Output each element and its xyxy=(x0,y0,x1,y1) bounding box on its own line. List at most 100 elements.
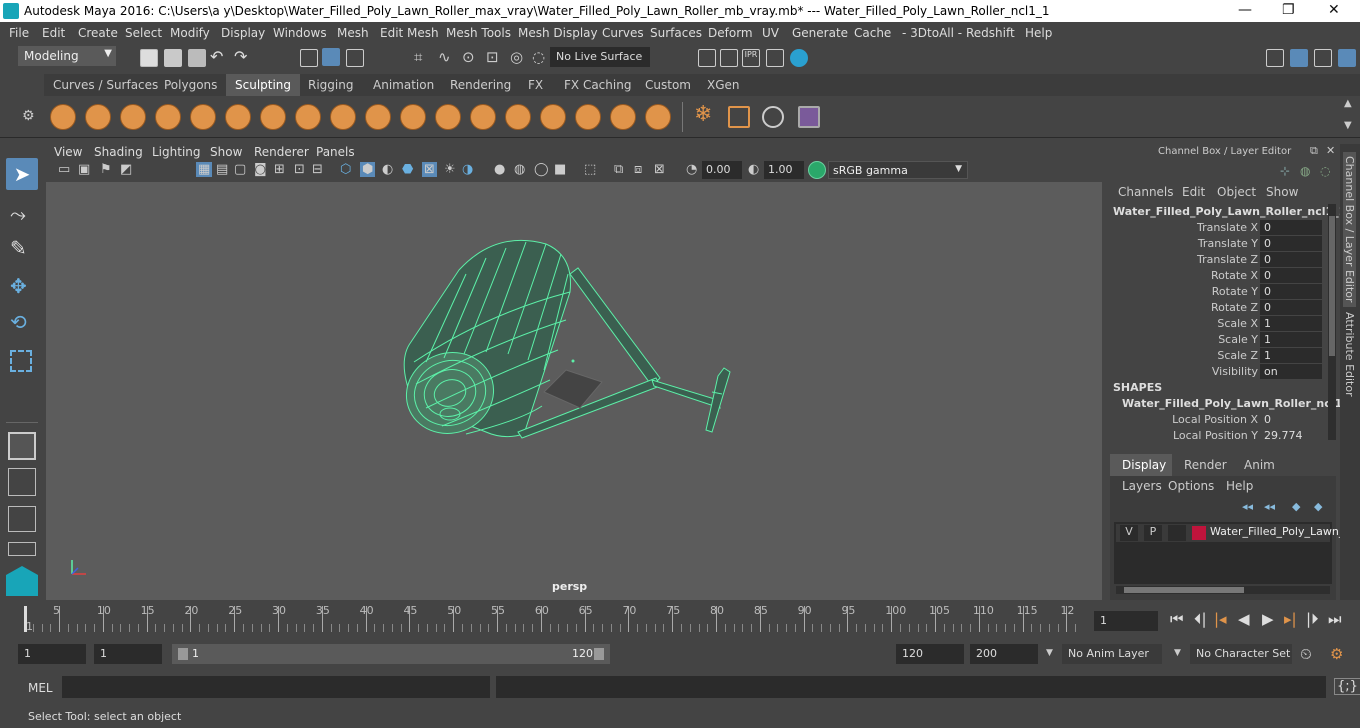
panel-menu-show[interactable]: Show xyxy=(210,145,242,159)
lights-icon[interactable]: ☀ xyxy=(444,162,456,177)
channel-row[interactable]: Scale Y1 xyxy=(1104,332,1340,348)
go-to-start-icon[interactable]: ⏮ xyxy=(1170,610,1184,628)
channel-value[interactable]: 1 xyxy=(1260,348,1322,363)
snap-view-icon[interactable]: ⊡ xyxy=(486,48,499,66)
menu-help[interactable]: Help xyxy=(1025,26,1052,40)
new-layer-icon[interactable]: ◆ xyxy=(1292,500,1300,513)
channel-value[interactable]: 1 xyxy=(1260,316,1322,331)
shelf-tab-rendering[interactable]: Rendering xyxy=(450,78,511,92)
menu-create[interactable]: Create xyxy=(78,26,118,40)
menu-surfaces[interactable]: Surfaces xyxy=(650,26,702,40)
shelf-scroll-up-icon[interactable]: ▲ xyxy=(1344,98,1352,109)
cb-speed-icon[interactable]: ◌ xyxy=(1320,164,1330,178)
menu-windows[interactable]: Windows xyxy=(273,26,327,40)
sculpt-layer-icon[interactable] xyxy=(728,106,750,128)
play-backward-icon[interactable]: ◀ xyxy=(1238,610,1250,628)
attribute-editor-toggle-icon[interactable] xyxy=(1314,49,1332,67)
menu-mesh-display[interactable]: Mesh Display xyxy=(518,26,598,40)
scene-end-field[interactable]: 200 xyxy=(970,644,1038,664)
textured-icon[interactable]: ⬣ xyxy=(402,162,413,177)
bulge-brush-icon[interactable] xyxy=(575,104,601,130)
step-back-key-icon[interactable]: ⏴| xyxy=(1194,610,1207,628)
mode-dropdown[interactable]: Modeling ▼ xyxy=(18,46,116,66)
layer-menu-help[interactable]: Help xyxy=(1226,479,1253,493)
amplify-brush-icon[interactable] xyxy=(610,104,636,130)
channel-value[interactable]: 0 xyxy=(1260,268,1322,283)
channel-row[interactable]: Visibility on xyxy=(1104,364,1340,380)
anim-layer-chevron-down-icon[interactable]: ▼ xyxy=(1046,648,1053,658)
auto-key-icon[interactable]: ⏲ xyxy=(1300,645,1312,663)
menu-deform[interactable]: Deform xyxy=(708,26,753,40)
resolution-gate-icon[interactable]: ▢ xyxy=(234,162,246,177)
current-time-indicator[interactable] xyxy=(24,606,27,632)
lasso-tool-icon[interactable]: ⤳ xyxy=(10,202,26,226)
channel-row[interactable]: Scale Z1 xyxy=(1104,348,1340,364)
render-view-icon[interactable] xyxy=(698,49,716,67)
panel-menu-renderer[interactable]: Renderer xyxy=(254,145,309,159)
close-panel-icon[interactable]: ✕ xyxy=(1326,144,1335,157)
paint-select-tool-icon[interactable]: ✎ xyxy=(10,236,27,260)
cb-xyz-icon[interactable]: ⊹ xyxy=(1280,164,1290,178)
shelf-tab-xgen[interactable]: XGen xyxy=(707,78,740,92)
foamy-brush-icon[interactable] xyxy=(260,104,286,130)
cb-menu-edit[interactable]: Edit xyxy=(1182,185,1205,199)
channel-row[interactable]: Translate Z0 xyxy=(1104,252,1340,268)
channel-box-scrollbar[interactable] xyxy=(1328,204,1336,440)
live-surface-field[interactable]: No Live Surface xyxy=(550,47,650,67)
layer-visibility-toggle[interactable]: V xyxy=(1120,525,1138,541)
smooth-shade-icon[interactable]: ⬢ xyxy=(360,162,376,177)
shelf-tab-rigging[interactable]: Rigging xyxy=(308,78,353,92)
xray-active-icon[interactable]: ⊠ xyxy=(654,162,665,177)
imprint-brush-icon[interactable] xyxy=(365,104,391,130)
anim-layer-dropdown[interactable]: No Anim Layer xyxy=(1062,644,1162,664)
save-scene-icon[interactable] xyxy=(188,49,206,67)
layer-row[interactable]: V P Water_Filled_Poly_Lawn_ xyxy=(1116,524,1344,542)
shelf-scroll-down-icon[interactable]: ▼ xyxy=(1344,120,1352,131)
scene-start-field[interactable]: 1 xyxy=(18,644,86,664)
layer-tab-render[interactable]: Render xyxy=(1184,458,1227,472)
color-management-icon[interactable] xyxy=(808,161,826,179)
step-forward-frame-icon[interactable]: ▸| xyxy=(1284,610,1297,628)
move-tool-icon[interactable]: ✥ xyxy=(10,274,27,298)
menu-curves[interactable]: Curves xyxy=(602,26,644,40)
graph-layout-icon[interactable] xyxy=(8,542,36,556)
shelf-tab-animation[interactable]: Animation xyxy=(373,78,434,92)
new-scene-icon[interactable] xyxy=(140,49,158,67)
spray-brush-icon[interactable] xyxy=(295,104,321,130)
pinch-brush-icon[interactable] xyxy=(190,104,216,130)
new-layer-selected-icon[interactable]: ◆ xyxy=(1314,500,1322,513)
shape-channel-row[interactable]: Local Position Y 29.774 xyxy=(1104,428,1340,444)
scrape-brush-icon[interactable] xyxy=(435,104,461,130)
exposure-field[interactable]: 0.00 xyxy=(702,161,742,179)
layer-color-swatch[interactable] xyxy=(1192,526,1206,540)
freeze-brush-icon[interactable] xyxy=(645,104,671,130)
channel-value[interactable]: 1 xyxy=(1260,332,1322,347)
channel-row[interactable]: Scale X1 xyxy=(1104,316,1340,332)
grab-brush-icon[interactable] xyxy=(155,104,181,130)
menu-edit-mesh[interactable]: Edit Mesh xyxy=(380,26,439,40)
channel-row[interactable]: Rotate Z0 xyxy=(1104,300,1340,316)
outliner-layout-icon[interactable] xyxy=(8,506,36,532)
side-tab-channel-box[interactable]: Channel Box / Layer Editor xyxy=(1343,152,1356,307)
knife-brush-icon[interactable] xyxy=(505,104,531,130)
shelf-settings-gear-icon[interactable]: ⚙ xyxy=(22,108,35,124)
mesh-stamp-icon[interactable] xyxy=(762,106,784,128)
grid-toggle-icon[interactable]: ▦ xyxy=(196,162,213,177)
playback-start-field[interactable]: 1 xyxy=(94,644,162,664)
channel-row[interactable]: Translate X0 xyxy=(1104,220,1340,236)
snap-surface-icon[interactable]: ◎ xyxy=(510,48,523,66)
four-view-layout-icon[interactable] xyxy=(8,468,36,496)
play-forward-icon[interactable]: ▶ xyxy=(1262,610,1274,628)
flatten-brush-icon[interactable] xyxy=(225,104,251,130)
render-frame-icon[interactable] xyxy=(720,49,738,67)
rotate-tool-icon[interactable]: ⟲ xyxy=(10,310,27,334)
layer-playback-toggle[interactable]: P xyxy=(1144,525,1162,541)
wireframe-on-shaded-icon[interactable]: ◐ xyxy=(382,162,393,177)
shelf-tab-sculpting[interactable]: Sculpting xyxy=(226,74,301,96)
ipr-render-icon[interactable]: IPR xyxy=(742,49,760,67)
channel-value[interactable]: on xyxy=(1260,364,1322,379)
select-component-icon[interactable] xyxy=(346,49,364,67)
channel-value[interactable]: 0 xyxy=(1260,412,1322,427)
select-hierarchy-icon[interactable] xyxy=(300,49,318,67)
cb-menu-object[interactable]: Object xyxy=(1217,185,1256,199)
